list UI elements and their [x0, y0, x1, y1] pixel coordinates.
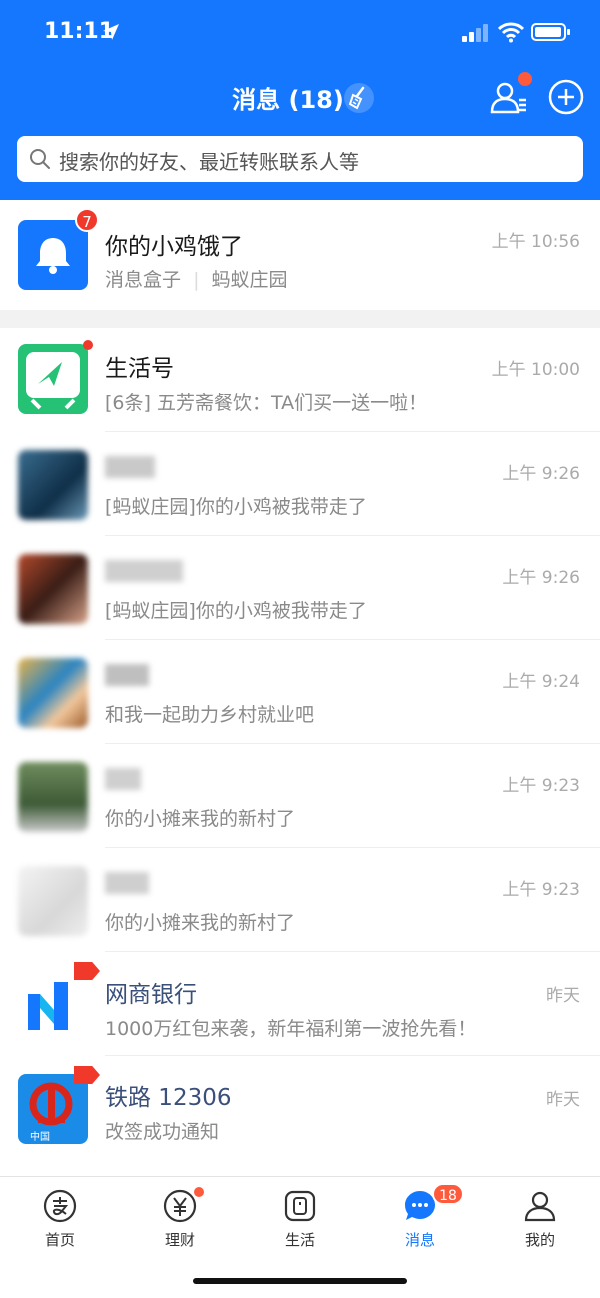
alipay-icon	[43, 1189, 77, 1223]
item-title	[105, 560, 183, 582]
item-time: 昨天	[546, 1090, 580, 1110]
tab-label: 理财	[164, 1231, 195, 1249]
item-preview: [6条] 五芳斋餐饮：TA们买一送一啦！	[105, 392, 428, 414]
item-time: 昨天	[546, 986, 580, 1006]
list-item-railway[interactable]: 中国 铁路 12306 改签成功通知 昨天	[0, 1056, 600, 1166]
tab-label: 我的	[524, 1231, 555, 1249]
section-divider	[0, 310, 600, 328]
item-preview: [蚂蚁庄园]你的小鸡被我带走了	[105, 600, 367, 622]
add-icon[interactable]	[547, 78, 585, 116]
list-item-friend[interactable]: 和我一起助力乡村就业吧 上午 9:24	[0, 640, 600, 744]
status-bar: 11:11	[0, 0, 600, 64]
bell-icon	[36, 238, 70, 274]
tab-wealth[interactable]: 理财	[120, 1183, 240, 1253]
search-placeholder: 搜索你的好友、最近转账联系人等	[59, 150, 359, 174]
railway-logo-text: 中国	[30, 1132, 50, 1143]
item-title	[105, 664, 149, 686]
item-preview: 你的小摊来我的新村了	[105, 912, 296, 934]
unread-dot	[83, 340, 93, 350]
broom-icon[interactable]	[343, 82, 375, 114]
list-item-message-box[interactable]: 7 你的小鸡饿了 消息盒子 | 蚂蚁庄园 上午 10:56	[0, 200, 600, 310]
signal-icon	[462, 24, 488, 42]
tab-home[interactable]: 首页	[0, 1183, 120, 1253]
item-subtitle-part1: 消息盒子	[105, 269, 182, 291]
item-title	[105, 456, 155, 478]
friend-avatar	[18, 450, 88, 520]
tab-label: 首页	[44, 1231, 75, 1249]
friend-avatar	[18, 866, 88, 936]
item-title	[105, 768, 141, 790]
railway-logo-icon	[29, 1082, 73, 1126]
item-preview: [蚂蚁庄园]你的小鸡被我带走了	[105, 496, 367, 518]
item-time: 上午 9:24	[502, 672, 580, 692]
life-icon	[284, 1190, 316, 1222]
item-time: 上午 9:23	[502, 880, 580, 900]
list-item-mybank[interactable]: 网商银行 1000万红包来袭，新年福利第一波抢先看！ 昨天	[0, 952, 600, 1056]
tab-messages[interactable]: 18 消息	[360, 1183, 480, 1253]
list-item-friend[interactable]: [蚂蚁庄园]你的小鸡被我带走了 上午 9:26	[0, 536, 600, 640]
item-title: 网商银行	[105, 982, 197, 1008]
tab-notification-dot	[192, 1185, 206, 1199]
tab-badge: 18	[432, 1183, 464, 1205]
item-title: 你的小鸡饿了	[105, 234, 243, 260]
life-account-logo-icon	[26, 352, 80, 410]
item-time: 上午 10:56	[491, 232, 580, 252]
person-icon	[524, 1191, 556, 1222]
list-item-friend[interactable]: [蚂蚁庄园]你的小鸡被我带走了 上午 9:26	[0, 432, 600, 536]
tab-me[interactable]: 我的	[480, 1183, 600, 1253]
list-item-friend[interactable]: 你的小摊来我的新村了 上午 9:23	[0, 744, 600, 848]
tab-label: 生活	[284, 1231, 315, 1249]
item-title: 铁路 12306	[105, 1085, 232, 1111]
friend-avatar	[18, 554, 88, 624]
home-indicator[interactable]	[193, 1278, 407, 1284]
list-item-friend[interactable]: 你的小摊来我的新村了 上午 9:23	[0, 848, 600, 952]
life-account-avatar	[18, 344, 88, 414]
header: 11:11 消息 (18) 搜索你的好友、最近转账联系人等	[0, 0, 600, 200]
bell-avatar	[18, 220, 88, 290]
friend-avatar	[18, 658, 88, 728]
subtitle-divider: |	[193, 269, 200, 291]
item-title: 生活号	[105, 356, 174, 382]
promo-flag	[74, 962, 100, 980]
item-title	[105, 872, 149, 894]
tab-life[interactable]: 生活	[240, 1183, 360, 1253]
item-subtitle: 消息盒子 | 蚂蚁庄园	[105, 265, 288, 292]
item-preview: 改签成功通知	[105, 1121, 220, 1143]
item-preview: 1000万红包来袭，新年福利第一波抢先看！	[105, 1018, 477, 1040]
list-item-life-account[interactable]: 生活号 [6条] 五芳斋餐饮：TA们买一送一啦！ 上午 10:00	[0, 328, 600, 432]
item-time: 上午 9:23	[502, 776, 580, 796]
search-icon	[30, 149, 50, 169]
wifi-icon	[498, 22, 524, 43]
item-preview: 你的小摊来我的新村了	[105, 808, 296, 830]
railway-avatar: 中国	[18, 1074, 88, 1144]
item-time: 上午 9:26	[502, 464, 580, 484]
battery-icon	[531, 23, 570, 41]
item-time: 上午 9:26	[502, 568, 580, 588]
item-preview: 和我一起助力乡村就业吧	[105, 704, 315, 726]
tab-label: 消息	[404, 1231, 435, 1249]
item-subtitle-part2: 蚂蚁庄园	[211, 269, 288, 291]
promo-flag	[74, 1066, 100, 1084]
location-arrow-icon	[103, 24, 119, 40]
title-row: 消息 (18)	[0, 72, 600, 120]
search-input[interactable]: 搜索你的好友、最近转账联系人等	[17, 136, 583, 182]
notification-dot	[518, 72, 532, 86]
unread-badge: 7	[75, 208, 99, 232]
item-time: 上午 10:00	[491, 360, 580, 380]
friend-avatar	[18, 762, 88, 832]
